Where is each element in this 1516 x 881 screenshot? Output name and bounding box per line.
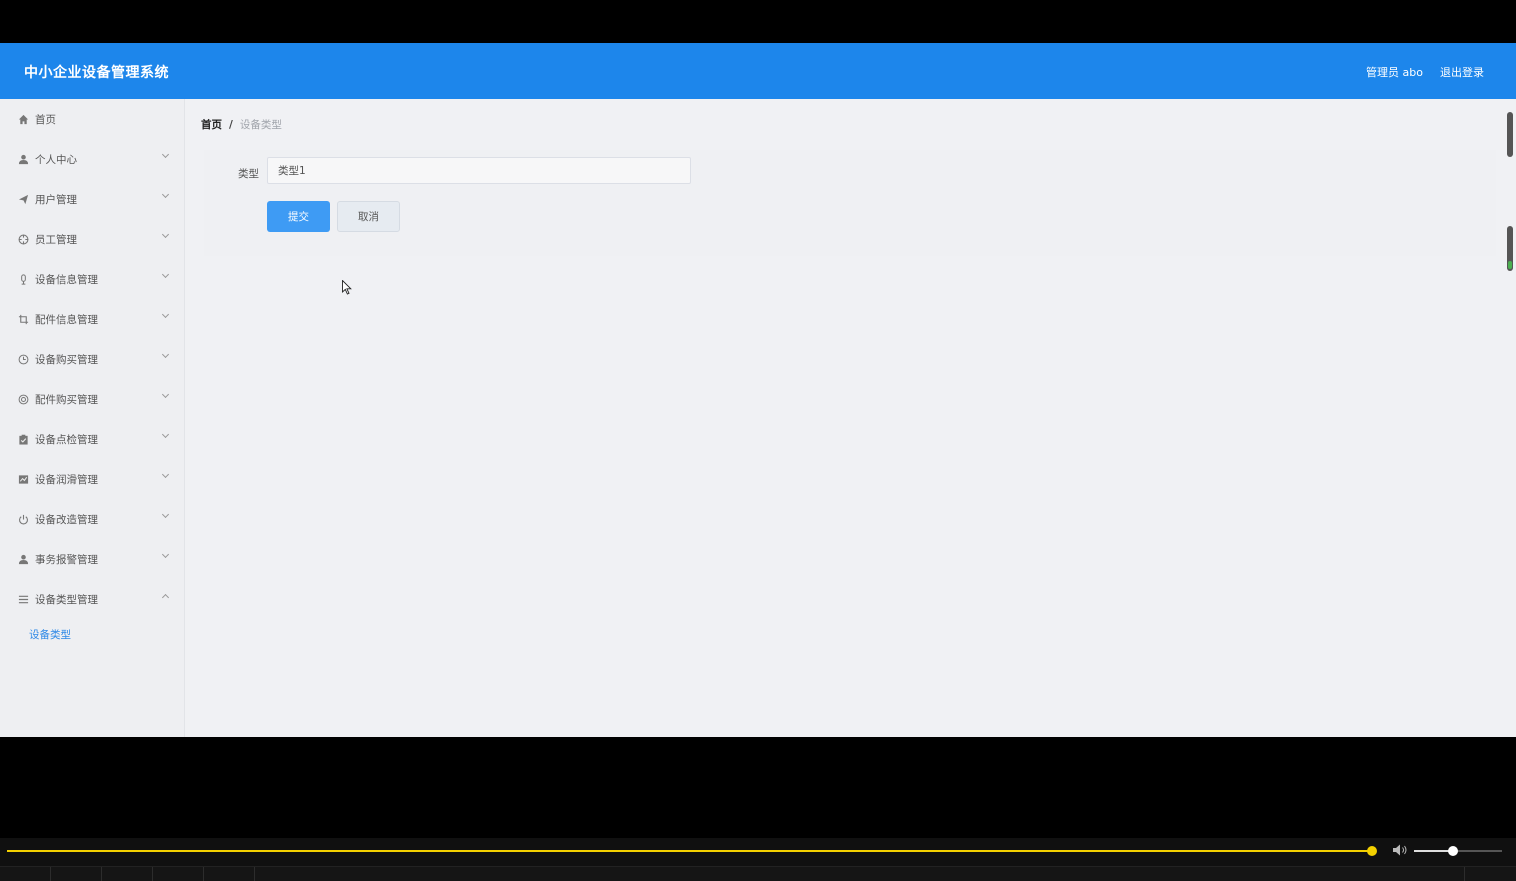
chevron-down-icon [161, 430, 170, 439]
breadcrumb-separator: / [229, 118, 233, 131]
sidebar-item-label: 个人中心 [35, 153, 77, 166]
header-actions: 管理员 abo 退出登录 [1366, 64, 1484, 80]
sidebar-item-parts-purchase[interactable]: 配件购买管理 [0, 379, 184, 419]
sidebar-item-equipment-lubrication[interactable]: 设备润滑管理 [0, 459, 184, 499]
sidebar-item-label: 设备点检管理 [35, 433, 98, 446]
sidebar-item-label: 设备类型管理 [35, 593, 98, 606]
mouse-cursor-icon [342, 280, 352, 295]
volume-icon[interactable] [1392, 843, 1408, 857]
sidebar-item-label: 用户管理 [35, 193, 77, 206]
sidebar-item-label: 首页 [35, 113, 56, 126]
sidebar-item-label: 设备购买管理 [35, 353, 98, 366]
strip-divider [50, 867, 51, 881]
send-icon [17, 193, 29, 205]
strip-divider [101, 867, 102, 881]
list-icon [17, 593, 29, 605]
strip-divider [254, 867, 255, 881]
crop-icon [17, 313, 29, 325]
top-header: 中小企业设备管理系统 管理员 abo 退出登录 [0, 43, 1516, 99]
chevron-down-icon [161, 510, 170, 519]
timeline-strip [0, 866, 1516, 881]
sidebar-subitem-equipment-type[interactable]: 设备类型 [29, 627, 71, 642]
sidebar-item-equipment-type-management[interactable]: 设备类型管理 [0, 579, 184, 619]
current-user[interactable]: 管理员 abo [1366, 64, 1423, 80]
sidebar-menu: 首页 个人中心 用户管理 员工管理 设备信息管理 配件信息管理 设备购买管理 配… [0, 99, 185, 737]
sidebar-item-label: 设备润滑管理 [35, 473, 98, 486]
scrollbar-thumb[interactable] [1507, 112, 1513, 157]
chevron-down-icon [161, 270, 170, 279]
chevron-up-icon [161, 593, 170, 602]
power-icon [17, 513, 29, 525]
sidebar-item-staff-management[interactable]: 员工管理 [0, 219, 184, 259]
type-form: 类型 提交 取消 [204, 150, 1496, 295]
sidebar-item-personal-center[interactable]: 个人中心 [0, 139, 184, 179]
volume-slider[interactable] [1414, 850, 1502, 852]
chevron-down-icon [161, 230, 170, 239]
type-input[interactable] [267, 157, 691, 184]
chart-icon [17, 473, 29, 485]
volume-thumb[interactable] [1448, 846, 1458, 856]
app-title: 中小企业设备管理系统 [24, 65, 169, 81]
sidebar-item-label: 员工管理 [35, 233, 77, 246]
strip-divider [203, 867, 204, 881]
person-icon [17, 553, 29, 565]
target-icon [17, 233, 29, 245]
user-icon [17, 153, 29, 165]
breadcrumb: 首页 / 设备类型 [201, 117, 282, 132]
sidebar-item-equipment-info[interactable]: 设备信息管理 [0, 259, 184, 299]
sidebar-item-alarm-management[interactable]: 事务报警管理 [0, 539, 184, 579]
sidebar-item-label: 事务报警管理 [35, 553, 98, 566]
sidebar-item-label: 配件购买管理 [35, 393, 98, 406]
video-player-controls [0, 838, 1516, 881]
chevron-down-icon [161, 350, 170, 359]
strip-divider [1464, 867, 1465, 881]
chevron-down-icon [161, 150, 170, 159]
seek-thumb[interactable] [1367, 846, 1377, 856]
sidebar-item-home[interactable]: 首页 [0, 99, 184, 139]
sidebar-item-user-management[interactable]: 用户管理 [0, 179, 184, 219]
home-icon [17, 113, 29, 125]
sidebar-item-equipment-renovation[interactable]: 设备改造管理 [0, 499, 184, 539]
chevron-down-icon [161, 190, 170, 199]
chevron-down-icon [161, 550, 170, 559]
logout-link[interactable]: 退出登录 [1440, 64, 1484, 80]
chevron-down-icon [161, 310, 170, 319]
microphone-icon [17, 273, 29, 285]
type-field-label: 类型 [238, 168, 259, 180]
seek-bar[interactable] [7, 850, 1373, 852]
chevron-down-icon [161, 390, 170, 399]
globe-icon [17, 393, 29, 405]
sidebar-item-label: 设备信息管理 [35, 273, 98, 286]
clock-icon [17, 353, 29, 365]
main-content: 首页 / 设备类型 类型 提交 取消 [185, 99, 1505, 737]
clipboard-icon [17, 433, 29, 445]
chevron-down-icon [161, 470, 170, 479]
submit-button[interactable]: 提交 [267, 201, 330, 232]
sidebar-item-equipment-purchase[interactable]: 设备购买管理 [0, 339, 184, 379]
breadcrumb-current: 设备类型 [239, 119, 282, 131]
sidebar-item-label: 设备改造管理 [35, 513, 98, 526]
breadcrumb-home[interactable]: 首页 [201, 117, 222, 132]
sidebar-item-label: 配件信息管理 [35, 313, 98, 326]
sidebar-item-equipment-inspection[interactable]: 设备点检管理 [0, 419, 184, 459]
cancel-button[interactable]: 取消 [337, 201, 400, 232]
strip-divider [152, 867, 153, 881]
scrollbar-thumb[interactable] [1507, 226, 1513, 271]
sidebar-item-parts-info[interactable]: 配件信息管理 [0, 299, 184, 339]
app-window: 中小企业设备管理系统 管理员 abo 退出登录 首页 个人中心 用户管理 员工管… [0, 43, 1516, 737]
